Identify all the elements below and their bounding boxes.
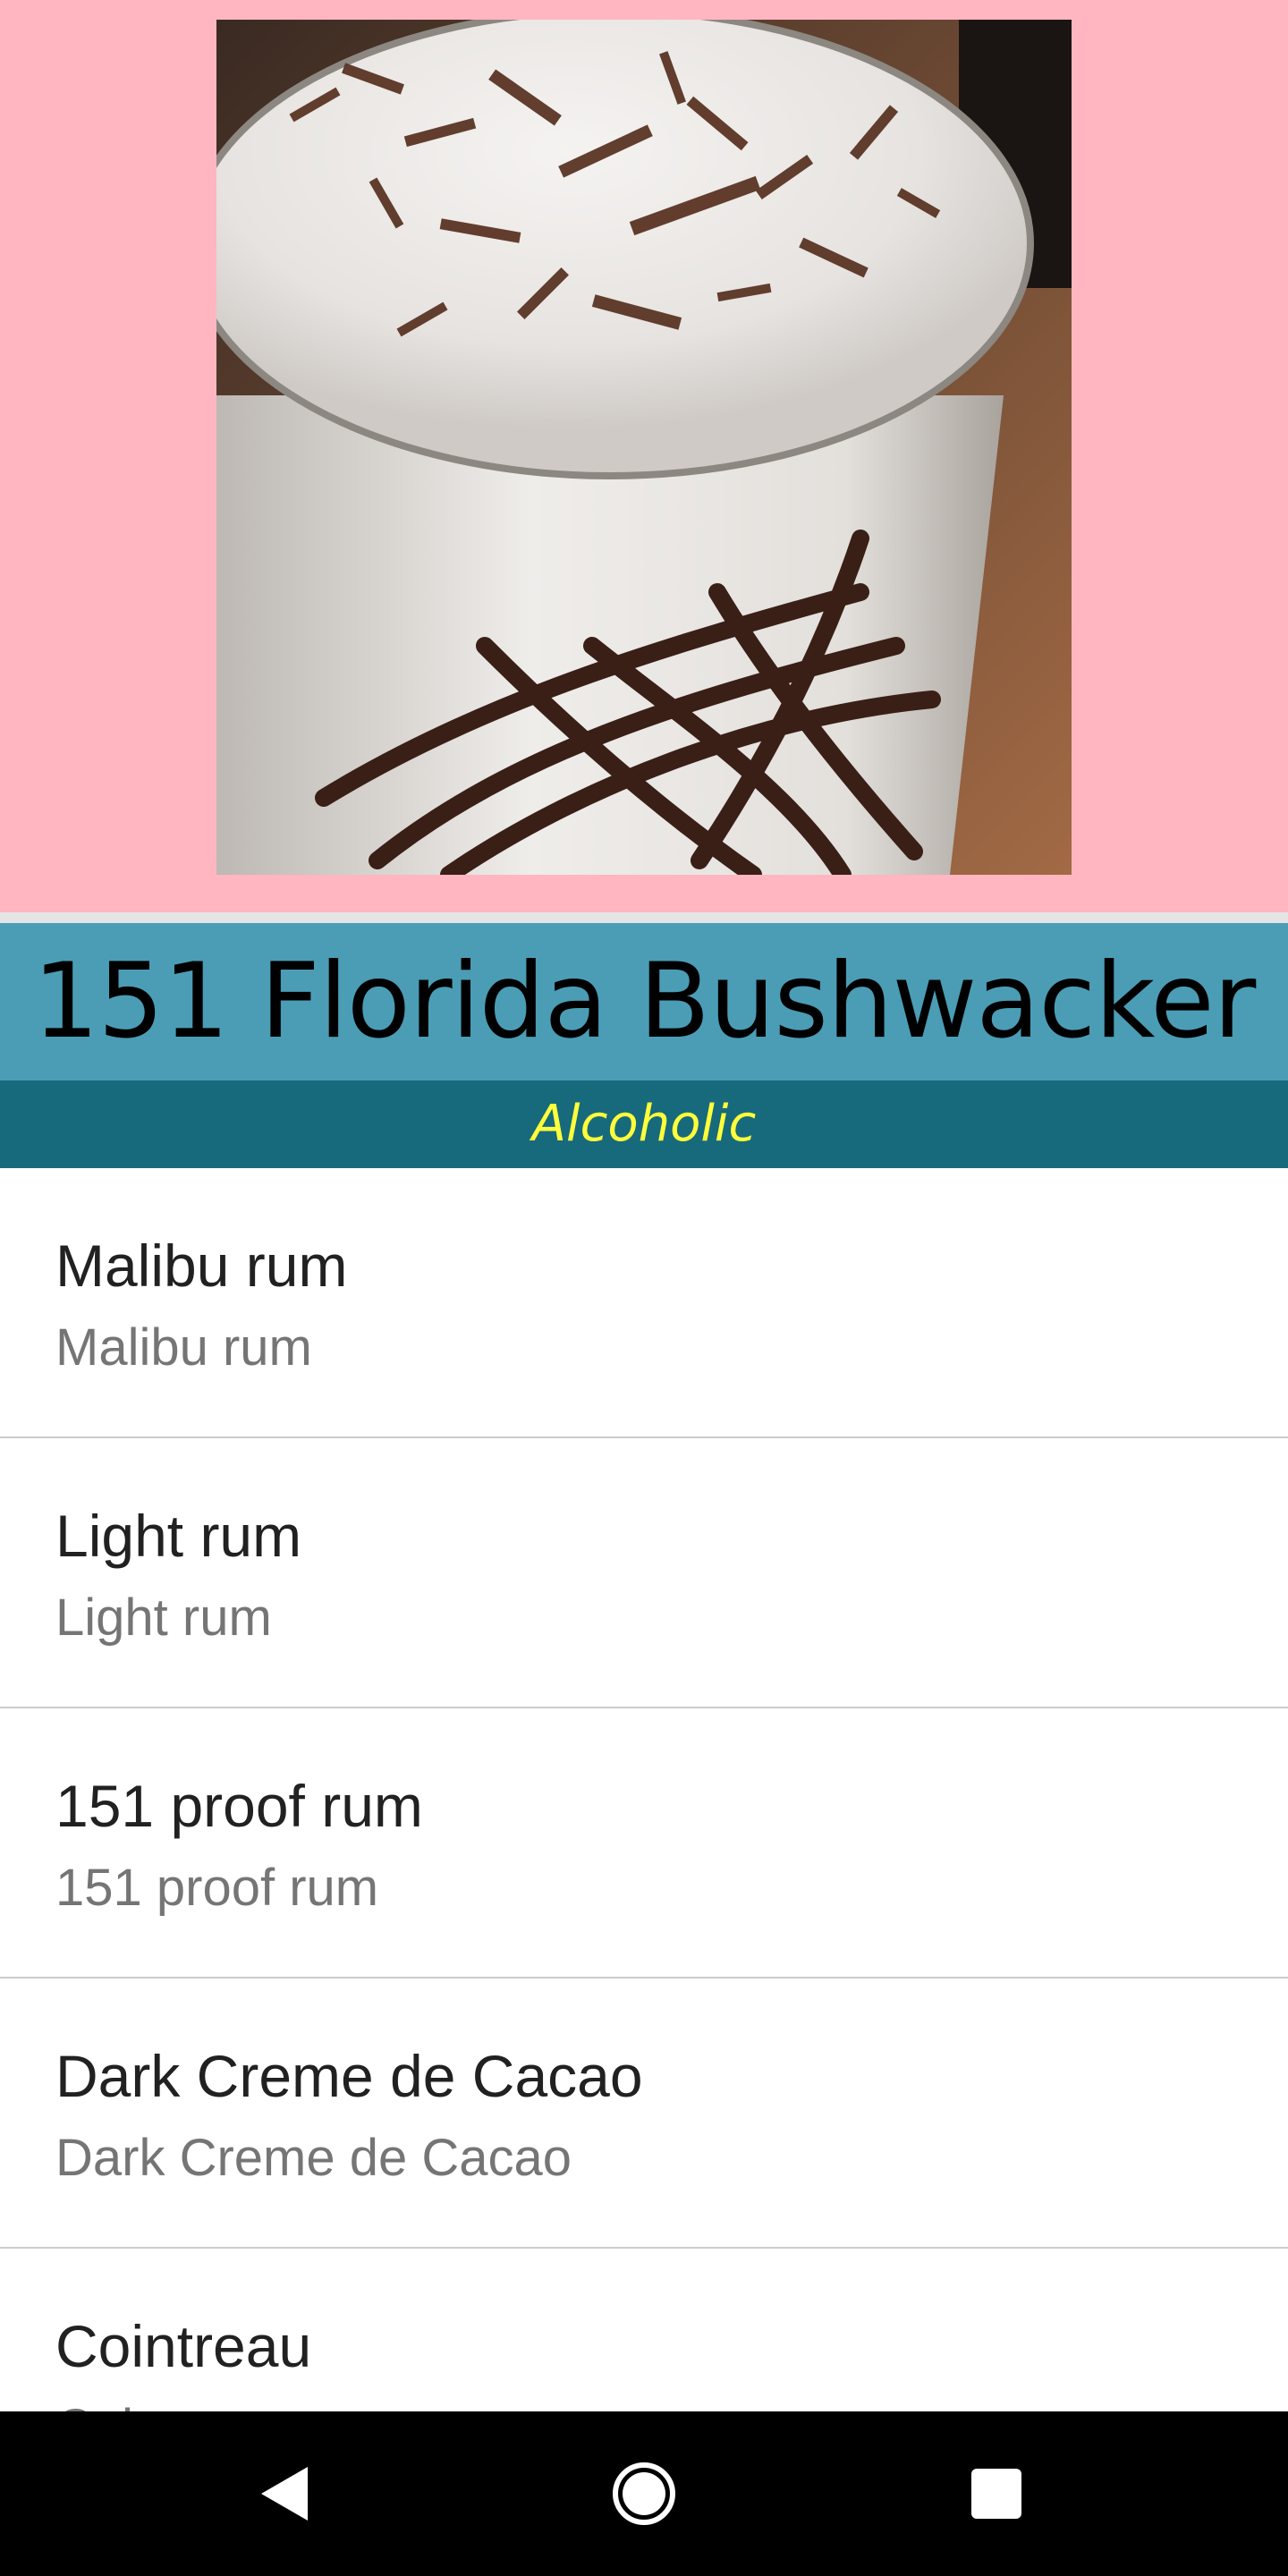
navigation-bar xyxy=(0,2411,1288,2576)
drink-title: 151 Florida Bushwacker xyxy=(32,941,1257,1062)
list-item[interactable]: 151 proof rum 151 proof rum xyxy=(0,1708,1288,1979)
ingredient-measure: Malibu rum xyxy=(55,1318,312,1377)
ingredient-measure: 151 proof rum xyxy=(55,1859,379,1917)
list-item[interactable]: Malibu rum Malibu rum xyxy=(0,1168,1288,1438)
drink-image xyxy=(216,20,1072,875)
ingredient-name: Malibu rum xyxy=(55,1233,348,1299)
home-button[interactable] xyxy=(601,2451,687,2537)
back-button[interactable] xyxy=(243,2451,329,2537)
ingredient-measure: Light rum xyxy=(55,1589,272,1647)
back-triangle-icon xyxy=(261,2467,308,2521)
ingredient-measure: Cointreau xyxy=(55,2402,280,2412)
ingredient-name: Cointreau xyxy=(55,2313,312,2379)
home-circle-icon xyxy=(613,2462,675,2525)
list-item[interactable]: Dark Creme de Cacao Dark Creme de Cacao xyxy=(0,1979,1288,2249)
category-bar: Alcoholic xyxy=(0,1080,1288,1168)
ingredient-name: Dark Creme de Cacao xyxy=(55,2043,643,2109)
ingredient-list[interactable]: Malibu rum Malibu rum Light rum Light ru… xyxy=(0,1168,1288,2411)
ingredient-name: 151 proof rum xyxy=(55,1773,423,1839)
divider xyxy=(0,912,1288,923)
hero-section xyxy=(0,0,1288,912)
title-bar: 151 Florida Bushwacker xyxy=(0,923,1288,1080)
list-item[interactable]: Cointreau Cointreau xyxy=(0,2249,1288,2411)
list-item[interactable]: Light rum Light rum xyxy=(0,1438,1288,1708)
drink-category: Alcoholic xyxy=(531,1095,757,1153)
recents-button[interactable] xyxy=(953,2451,1039,2537)
ingredient-name: Light rum xyxy=(55,1503,302,1569)
ingredient-measure: Dark Creme de Cacao xyxy=(55,2129,572,2187)
recents-square-icon xyxy=(971,2469,1021,2519)
